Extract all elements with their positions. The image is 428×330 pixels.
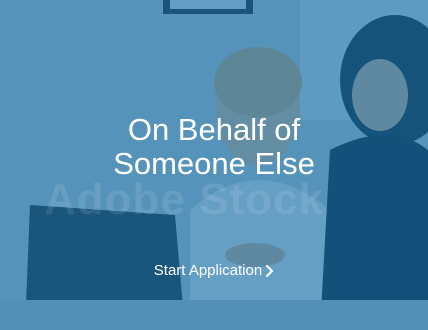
card-content: On Behalf of Someone Else [0, 0, 428, 330]
card-title-line1: On Behalf of [127, 112, 301, 147]
application-card: Adobe Stock On Behalf of Someone Else St… [0, 0, 428, 330]
start-application-label: Start Application [153, 262, 263, 279]
start-application-link[interactable]: Start Application [154, 262, 274, 279]
card-title: On Behalf of Someone Else [0, 113, 428, 181]
card-title-line2: Someone Else [113, 146, 315, 181]
cta-container: Start Application [0, 262, 428, 280]
chevron-right-icon [266, 264, 274, 277]
